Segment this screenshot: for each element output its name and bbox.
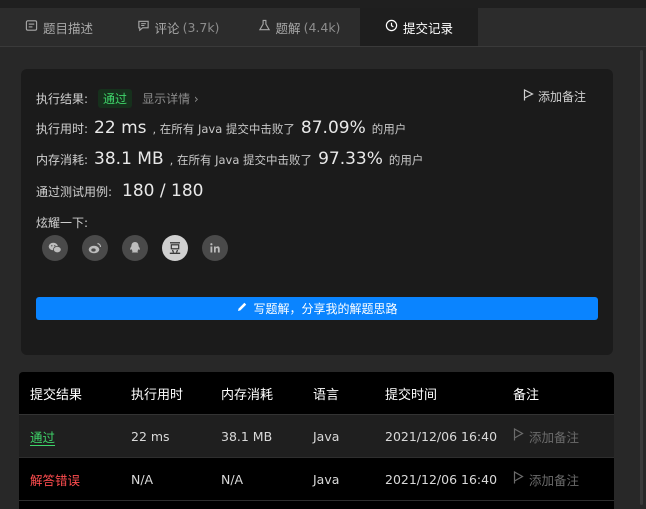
- submission-status[interactable]: 通过: [19, 427, 131, 446]
- qq-icon[interactable]: [122, 235, 148, 261]
- submission-language: Java: [313, 471, 340, 487]
- tab-label: 评论: [154, 20, 180, 36]
- flask-icon: [258, 19, 271, 35]
- write-solution-label: 写题解，分享我的解题思路: [253, 302, 398, 316]
- col-language: 语言: [313, 387, 340, 403]
- runtime-value: 22 ms: [94, 118, 147, 138]
- submission-memory: 38.1 MB: [221, 428, 273, 444]
- submission-time: 2021/12/06 16:40: [385, 471, 498, 487]
- tab-count: (3.7k): [182, 19, 220, 35]
- status-badge: 通过: [98, 89, 133, 108]
- col-memory: 内存消耗: [221, 387, 274, 403]
- tab-label: 题解: [275, 20, 301, 36]
- runtime-label: 执行用时:: [36, 122, 89, 136]
- col-runtime: 执行用时: [131, 387, 184, 403]
- flag-icon: [513, 470, 529, 487]
- row-add-note-button[interactable]: 添加备注: [513, 427, 579, 446]
- comment-icon: [137, 19, 150, 35]
- tab-submissions[interactable]: 提交记录: [360, 8, 478, 46]
- tab-label: 题目描述: [42, 20, 93, 36]
- row-add-note-button[interactable]: 添加备注: [513, 470, 579, 489]
- add-note-label: 添加备注: [529, 472, 580, 488]
- submission-memory: N/A: [221, 471, 244, 487]
- share-row: 炫耀一下:: [36, 214, 88, 231]
- submission-language: Java: [313, 428, 340, 444]
- col-note: 备注: [513, 387, 540, 403]
- runtime-beat: 87.09%: [300, 118, 366, 138]
- memory-label: 内存消耗:: [36, 153, 89, 167]
- add-note-label: 添加备注: [529, 429, 580, 445]
- memory-value: 38.1 MB: [94, 149, 164, 169]
- tab-count: (4.4k): [303, 19, 341, 35]
- result-label: 执行结果:: [36, 92, 89, 106]
- description-icon: [25, 19, 38, 35]
- result-row: 执行结果: 通过 显示详情 ›: [36, 89, 199, 108]
- col-time: 提交时间: [385, 387, 438, 403]
- beat-suffix: 的用户: [388, 153, 424, 167]
- submissions-table: 提交结果 执行用时 内存消耗 语言 提交时间 备注 通过 22 ms 38.1 …: [19, 372, 614, 509]
- tab-label: 提交记录: [402, 20, 453, 36]
- weibo-icon[interactable]: [82, 235, 108, 261]
- beat-prefix: , 在所有 Java 提交中击败了: [169, 153, 313, 167]
- show-details-link[interactable]: 显示详情 ›: [142, 90, 199, 107]
- tab-description[interactable]: 题目描述: [0, 8, 118, 46]
- add-note-button[interactable]: 添加备注: [523, 88, 586, 105]
- douban-icon[interactable]: [162, 235, 188, 261]
- table-header: 提交结果 执行用时 内存消耗 语言 提交时间 备注: [19, 372, 614, 415]
- memory-row: 内存消耗: 38.1 MB , 在所有 Java 提交中击败了 97.33% 的…: [36, 149, 423, 169]
- submission-runtime: 22 ms: [131, 428, 170, 444]
- write-solution-button[interactable]: 写题解，分享我的解题思路: [36, 297, 598, 320]
- submission-time: 2021/12/06 16:40: [385, 428, 498, 444]
- tab-solutions[interactable]: 题解 (4.4k): [238, 8, 360, 46]
- col-status: 提交结果: [30, 387, 83, 403]
- beat-suffix: 的用户: [371, 122, 407, 136]
- tests-value: 180 / 180: [122, 181, 204, 201]
- submission-runtime: N/A: [131, 471, 154, 487]
- flag-icon: [523, 89, 538, 104]
- add-note-label: 添加备注: [537, 90, 586, 104]
- linkedin-icon[interactable]: [202, 235, 228, 261]
- tab-bar: 题目描述 评论 (3.7k) 题解 (4.4k) 提交记录: [0, 8, 646, 47]
- beat-prefix: , 在所有 Java 提交中击败了: [152, 122, 295, 136]
- tests-row: 通过测试用例: 180 / 180: [36, 181, 209, 201]
- pencil-icon: [236, 301, 253, 316]
- scrollbar[interactable]: [640, 50, 643, 505]
- tests-label: 通过测试用例:: [36, 185, 113, 199]
- tab-comments[interactable]: 评论 (3.7k): [118, 8, 238, 46]
- submission-status[interactable]: 解答错误: [19, 470, 131, 489]
- wechat-icon[interactable]: [42, 235, 68, 261]
- table-row[interactable]: 解答错误 N/A N/A Java 2021/12/06 16:40 添加备注: [19, 458, 614, 501]
- flag-icon: [513, 427, 529, 444]
- table-row[interactable]: 通过 22 ms 38.1 MB Java 2021/12/06 16:40 添…: [19, 415, 614, 458]
- top-strip: [0, 0, 646, 8]
- share-label: 炫耀一下:: [36, 216, 89, 230]
- clock-icon: [385, 19, 398, 35]
- share-icons: [42, 235, 228, 261]
- memory-beat: 97.33%: [318, 149, 383, 169]
- result-card: 执行结果: 通过 显示详情 › 添加备注 执行用时: 22 ms , 在所有 J…: [21, 69, 613, 355]
- runtime-row: 执行用时: 22 ms , 在所有 Java 提交中击败了 87.09% 的用户: [36, 118, 406, 138]
